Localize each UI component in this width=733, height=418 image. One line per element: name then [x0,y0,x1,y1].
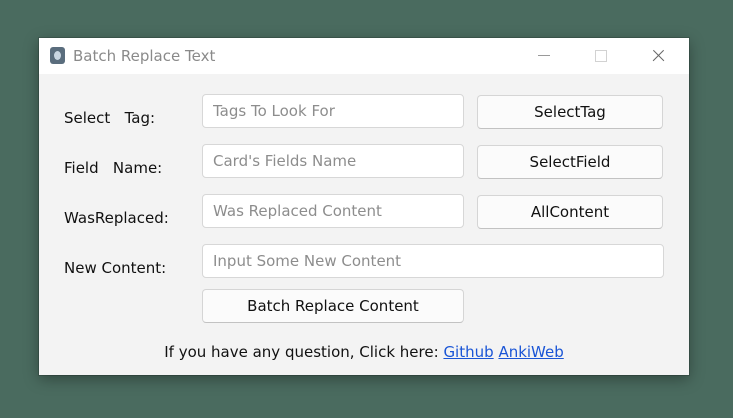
was-replaced-label: WasReplaced: [64,209,169,227]
footer-text: If you have any question, Click here: [164,343,444,361]
new-content-input[interactable] [202,244,664,278]
close-icon[interactable] [633,38,679,74]
new-content-label: New Content: [64,259,167,277]
all-content-button[interactable]: AllContent [477,195,663,229]
field-name-label: Field Name: [64,159,163,177]
title-bar[interactable]: Batch Replace Text [39,38,689,74]
tags-input[interactable] [202,94,464,128]
was-replaced-input[interactable] [202,194,464,228]
select-tag-label: Select Tag: [64,109,156,127]
fields-input[interactable] [202,144,464,178]
anki-app-icon [50,47,65,64]
select-tag-button[interactable]: SelectTag [477,95,663,129]
footer-help: If you have any question, Click here: Gi… [39,343,689,361]
maximize-icon[interactable] [577,38,623,74]
batch-replace-button[interactable]: Batch Replace Content [202,289,464,323]
batch-replace-window: Batch Replace Text Select Tag: SelectTag… [39,38,689,375]
github-link[interactable]: Github [443,343,493,361]
minimize-icon[interactable] [521,38,567,74]
window-title: Batch Replace Text [73,47,216,65]
select-field-button[interactable]: SelectField [477,145,663,179]
ankiweb-link[interactable]: AnkiWeb [498,343,563,361]
